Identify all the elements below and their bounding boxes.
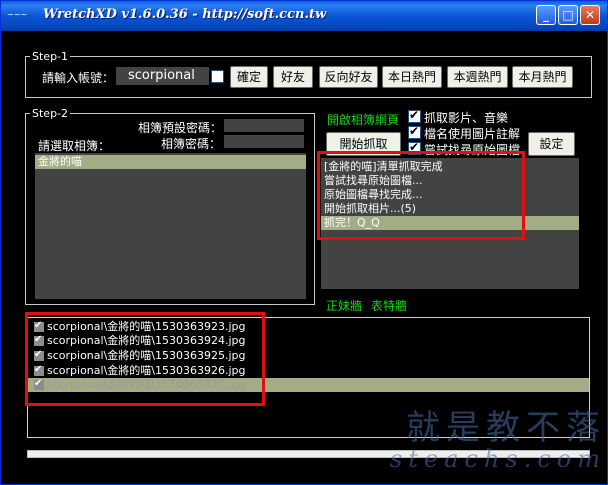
- album-default-password-label: 相簿預設密碼：: [138, 121, 223, 135]
- app-window: ~~~ WretchXD v1.6.0.36 - http://soft.ccn…: [0, 0, 608, 485]
- album-password-input[interactable]: [224, 135, 304, 148]
- reverse-friends-button[interactable]: 反向好友: [319, 66, 378, 88]
- close-button[interactable]: ✕: [580, 5, 600, 25]
- open-album-page-link[interactable]: 開啟相簿網頁: [327, 111, 399, 128]
- account-label: 請輸入帳號：: [42, 71, 115, 85]
- album-list-item[interactable]: 金將的喵: [35, 155, 306, 169]
- tebie-wall-link[interactable]: 表特牆: [371, 297, 407, 314]
- status-bar: [27, 450, 590, 458]
- filename-caption-checkbox[interactable]: [408, 124, 421, 139]
- step2-legend: Step-2: [32, 107, 69, 120]
- client-area: Step-1 請輸入帳號： scorpional 確定 好友 反向好友 本日熱門…: [5, 31, 603, 481]
- annotation-red-box-log: [317, 151, 525, 240]
- step1-legend: Step-1: [32, 50, 69, 63]
- window-title: WretchXD v1.6.0.36 - http://soft.ccn.tw: [43, 7, 327, 22]
- annotation-red-box-files: [25, 312, 265, 406]
- album-password-label-text: 相簿密碼：: [161, 137, 222, 151]
- monthly-hot-button[interactable]: 本月熱門: [512, 66, 573, 88]
- grab-video-music-label: 抓取影片、音樂: [424, 111, 509, 125]
- confirm-button[interactable]: 確定: [230, 66, 268, 88]
- account-checkbox[interactable]: [211, 70, 224, 83]
- title-bar[interactable]: ~~~ WretchXD v1.6.0.36 - http://soft.ccn…: [1, 1, 607, 31]
- minimize-button[interactable]: _: [536, 5, 556, 25]
- daily-hot-button[interactable]: 本日熱門: [382, 66, 442, 88]
- maximize-button[interactable]: □: [558, 5, 578, 25]
- album-default-password-input[interactable]: [224, 119, 304, 132]
- album-select-label: 請選取相簿：: [38, 139, 111, 153]
- filename-caption-label: 檔名使用圖片註解: [424, 127, 521, 141]
- album-list[interactable]: 金將的喵: [35, 153, 306, 299]
- beauty-wall-link[interactable]: 正妹牆: [326, 297, 362, 314]
- settings-button[interactable]: 設定: [528, 132, 575, 156]
- account-input[interactable]: scorpional: [116, 67, 209, 85]
- friends-button[interactable]: 好友: [273, 66, 313, 88]
- app-icon: ~~~: [7, 10, 28, 19]
- grab-video-music-checkbox[interactable]: [408, 108, 421, 123]
- weekly-hot-button[interactable]: 本週熱門: [447, 66, 508, 88]
